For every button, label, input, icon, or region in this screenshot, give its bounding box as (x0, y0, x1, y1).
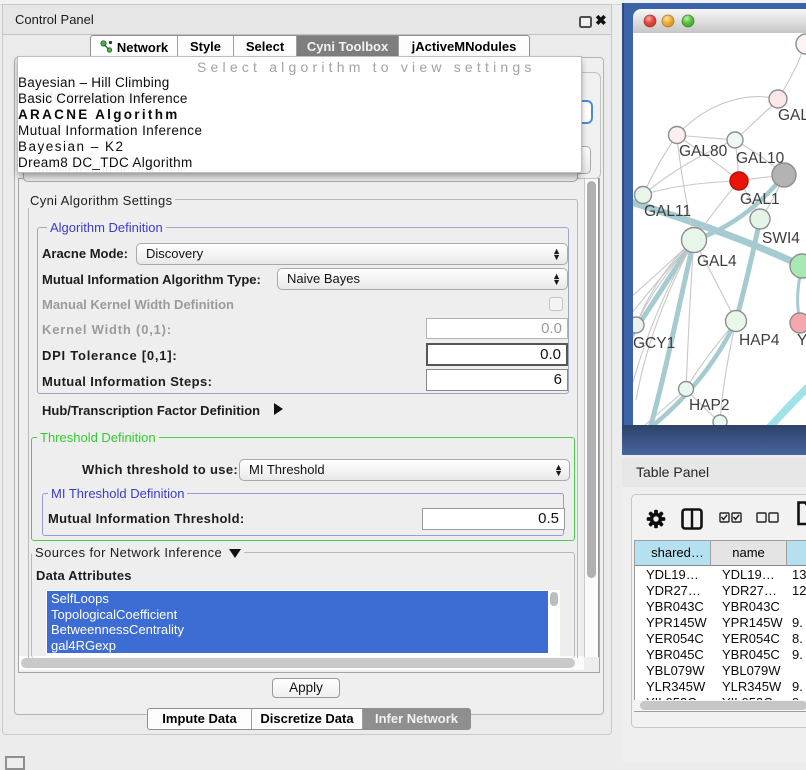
svg-text:GAL80: GAL80 (679, 143, 728, 160)
svg-text:GAL1: GAL1 (740, 191, 780, 208)
svg-text:GAL11: GAL11 (644, 203, 691, 220)
svg-text:SWI4: SWI4 (762, 230, 800, 247)
svg-text:GAL7: GAL7 (778, 107, 806, 124)
svg-text:HAP4: HAP4 (739, 332, 780, 349)
svg-text:GAL4: GAL4 (697, 253, 737, 270)
svg-text:Y: Y (797, 332, 806, 349)
svg-text:GCY1: GCY1 (633, 335, 675, 352)
svg-text:HAP2: HAP2 (689, 397, 730, 414)
svg-text:GAL10: GAL10 (736, 150, 785, 167)
